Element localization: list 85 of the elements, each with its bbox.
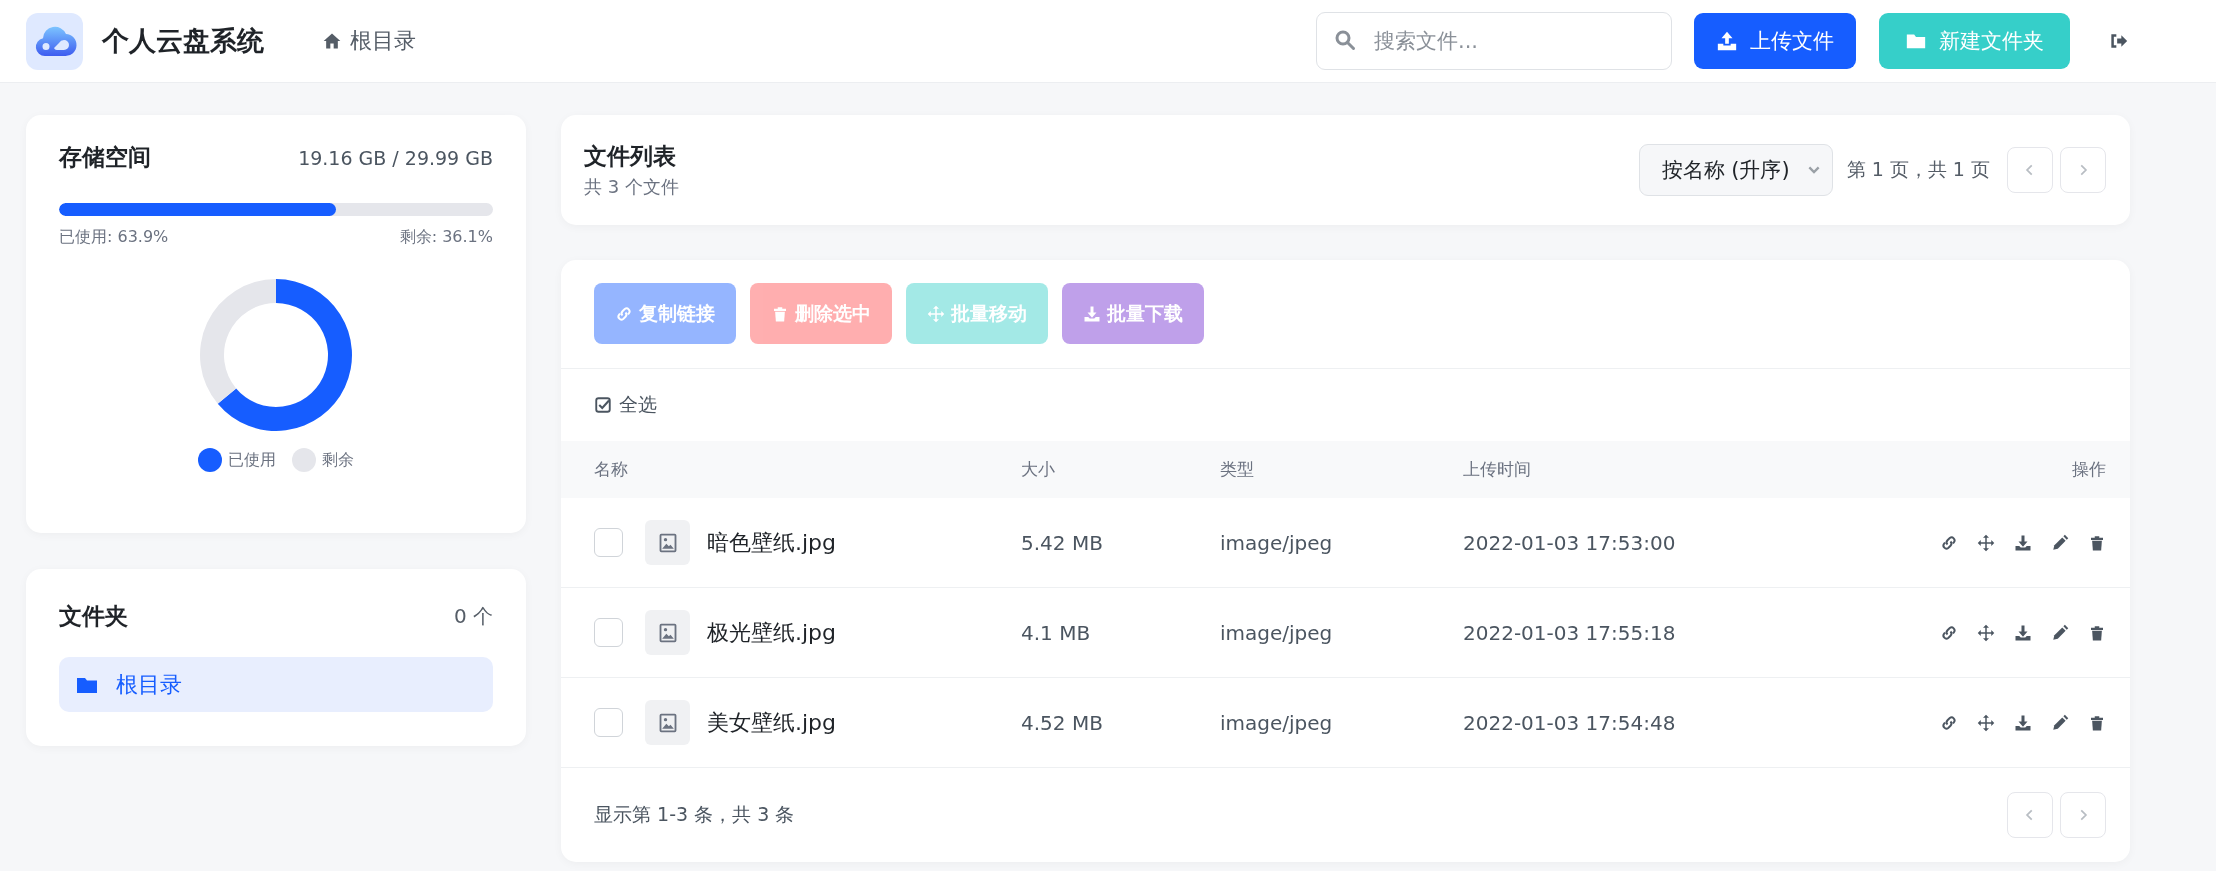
pencil-icon: [2051, 533, 2069, 552]
link-icon: [1940, 713, 1958, 732]
file-size: 5.42 MB: [1021, 530, 1104, 555]
pagination-summary: 显示第 1-3 条，共 3 条: [594, 802, 795, 827]
move-button[interactable]: [1977, 533, 1995, 552]
logout-icon: [2108, 31, 2128, 51]
download-icon: [2014, 713, 2032, 732]
select-all-button[interactable]: 全选: [561, 369, 690, 441]
delete-button[interactable]: [2088, 533, 2106, 552]
edit-button[interactable]: [2051, 623, 2069, 642]
sort-select[interactable]: 按名称 (升序): [1638, 144, 1833, 196]
storage-title: 存储空间: [59, 143, 151, 172]
column-header: 类型: [1220, 458, 1255, 481]
legend-dot: [198, 448, 222, 472]
upload-icon: [1716, 30, 1738, 52]
free-label: 剩余: 36.1%: [399, 227, 493, 248]
delete-button[interactable]: [2088, 713, 2106, 732]
file-name: 美女壁纸.jpg: [707, 708, 837, 737]
image-file-icon: [645, 610, 690, 655]
file-name: 极光壁纸.jpg: [707, 618, 837, 647]
column-header: 名称: [594, 458, 629, 481]
trash-icon: [2088, 623, 2106, 642]
search-icon: [1334, 29, 1358, 53]
file-type: image/jpeg: [1220, 620, 1334, 645]
search-field[interactable]: 搜索文件...: [1316, 12, 1672, 70]
upload-time: 2022-01-03 17:55:18: [1463, 620, 1677, 645]
breadcrumb-link[interactable]: 根目录: [350, 26, 416, 56]
link-button[interactable]: [1940, 623, 1958, 642]
download-button[interactable]: [2014, 623, 2032, 642]
file-type: image/jpeg: [1220, 530, 1334, 555]
pencil-icon: [2051, 623, 2069, 642]
upload-time: 2022-01-03 17:53:00: [1463, 530, 1677, 555]
column-header: 上传时间: [1463, 458, 1532, 481]
storage-usage: 19.16 GB / 29.99 GB: [298, 146, 493, 169]
app-title: 个人云盘系统: [102, 24, 264, 58]
folder-item[interactable]: 根目录: [59, 657, 493, 712]
move-button[interactable]: [1977, 713, 1995, 732]
trash-icon: [771, 304, 789, 323]
link-icon: [1940, 533, 1958, 552]
used-label: 已使用: 63.9%: [59, 227, 169, 248]
trash-icon: [2088, 533, 2106, 552]
file-size: 4.1 MB: [1021, 620, 1092, 645]
move-button[interactable]: [1977, 623, 1995, 642]
page-info: 第 1 页，共 1 页: [1846, 157, 1990, 182]
row-checkbox[interactable]: [594, 618, 623, 647]
download-icon: [1083, 304, 1101, 323]
edit-button[interactable]: [2051, 533, 2069, 552]
folder-count: 0 个: [453, 603, 493, 630]
row-checkbox[interactable]: [594, 528, 623, 557]
file-type: image/jpeg: [1220, 710, 1334, 735]
pencil-icon: [2051, 713, 2069, 732]
legend-label: 剩余: [322, 449, 354, 471]
legend-dot: [292, 448, 316, 472]
column-header: 大小: [1021, 458, 1056, 481]
edit-button[interactable]: [2051, 713, 2069, 732]
upload-time: 2022-01-03 17:54:48: [1463, 710, 1677, 735]
file-list-title: 文件列表: [584, 142, 677, 171]
move-icon: [1977, 533, 1995, 552]
checkbox-icon: [594, 396, 612, 414]
home-icon: [322, 31, 342, 51]
file-count: 共 3 个文件: [584, 175, 679, 199]
row-checkbox[interactable]: [594, 708, 623, 737]
move-icon: [927, 304, 945, 323]
move-icon: [1977, 623, 1995, 642]
cloud-logo-icon: [26, 12, 83, 70]
download-icon: [2014, 623, 2032, 642]
file-name: 暗色壁纸.jpg: [707, 528, 837, 557]
logout-button[interactable]: [2108, 31, 2128, 51]
link-button[interactable]: [1940, 533, 1958, 552]
download-button[interactable]: [2014, 713, 2032, 732]
move-icon: [1977, 713, 1995, 732]
link-button[interactable]: [1940, 713, 1958, 732]
download-button[interactable]: [2014, 533, 2032, 552]
download-icon: [2014, 533, 2032, 552]
trash-icon: [2088, 713, 2106, 732]
link-icon: [615, 304, 633, 323]
folders-title: 文件夹: [59, 602, 128, 631]
image-file-icon: [645, 520, 690, 565]
legend-label: 已使用: [228, 449, 276, 471]
link-icon: [1940, 623, 1958, 642]
file-size: 4.52 MB: [1021, 710, 1104, 735]
image-file-icon: [645, 700, 690, 745]
delete-button[interactable]: [2088, 623, 2106, 642]
column-header: 操作: [2071, 458, 2106, 481]
upload-button[interactable]: 上传文件: [1694, 13, 1856, 69]
